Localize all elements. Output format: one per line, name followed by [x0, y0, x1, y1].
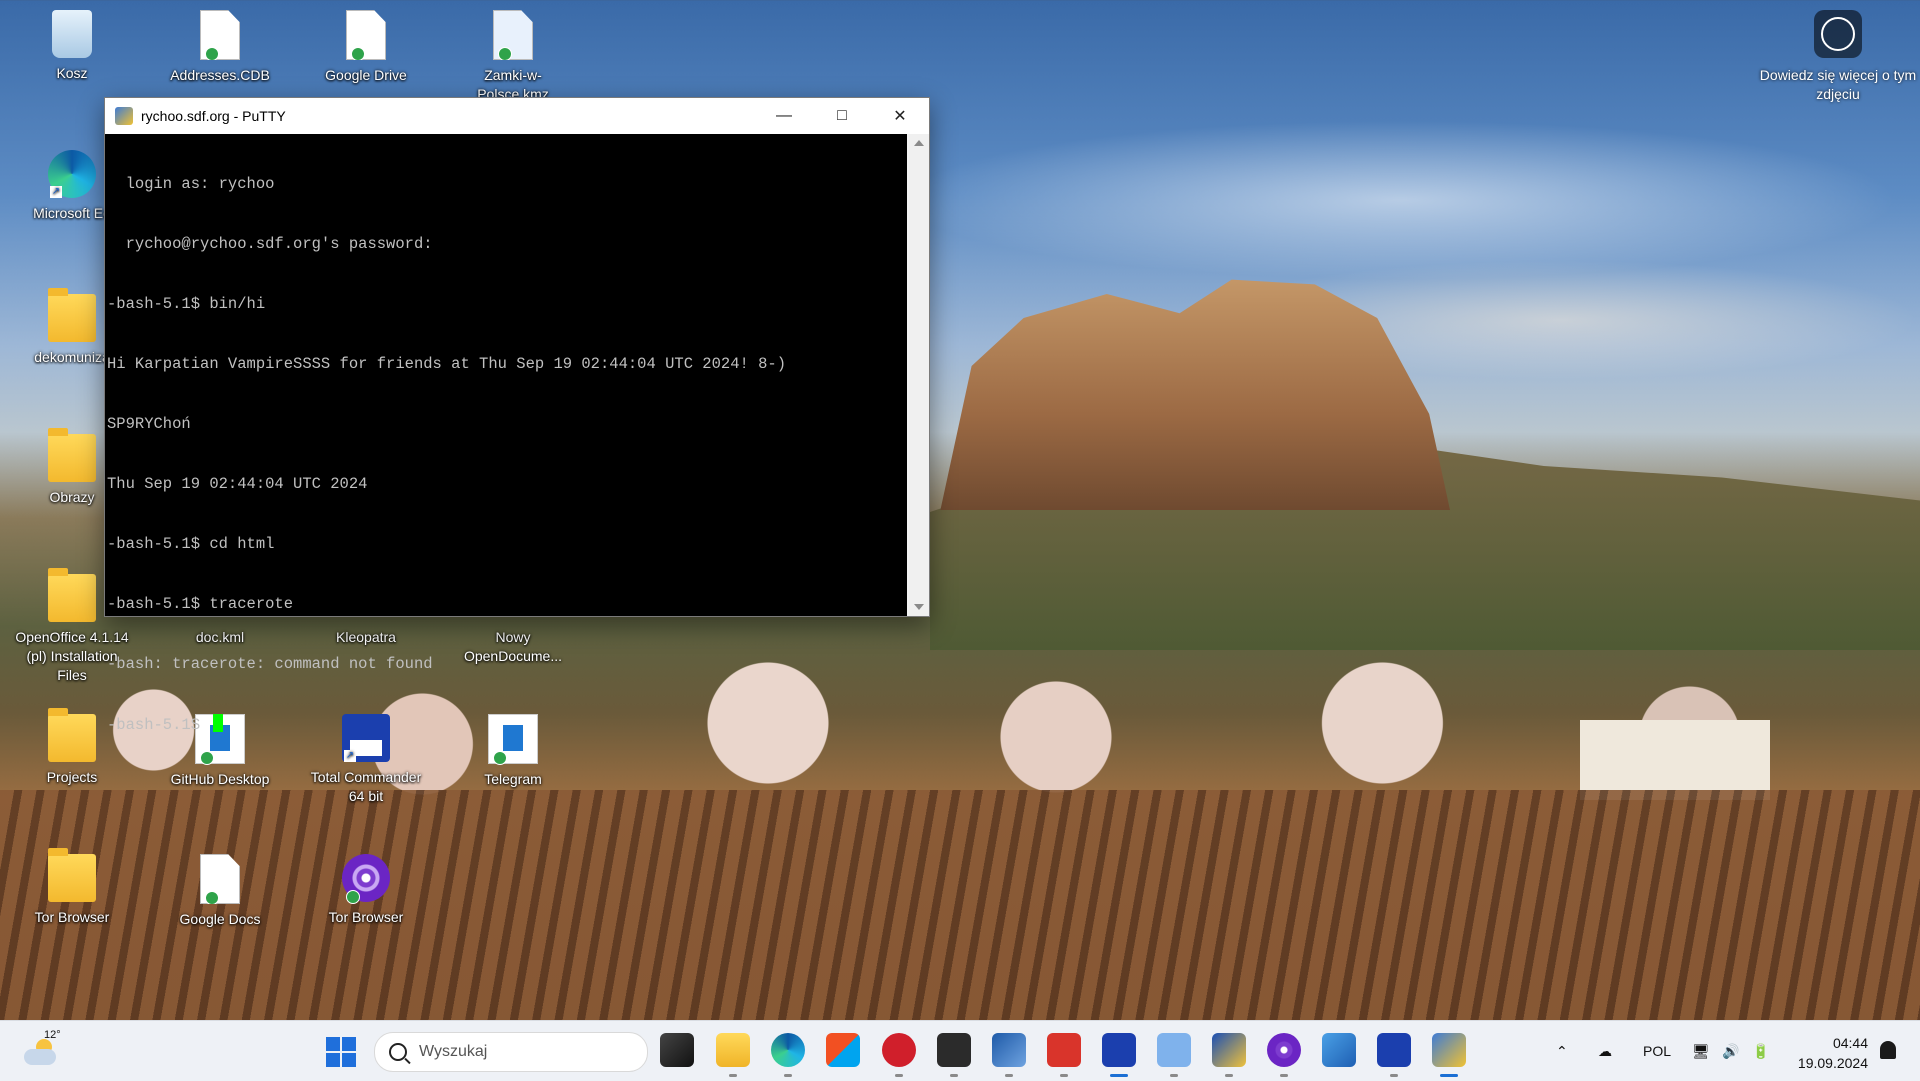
putty-icon[interactable] — [1432, 1033, 1466, 1077]
vertical-scrollbar[interactable] — [909, 134, 929, 616]
folder-icon — [48, 708, 96, 762]
document-icon — [200, 10, 240, 60]
terminal-line: SP9RYChoń — [107, 415, 191, 433]
wallpaper-field — [0, 790, 1920, 1020]
document-icon — [346, 10, 386, 60]
desktop-icon-zamki-kmz[interactable]: Zamki-w-Polsce.kmz — [453, 6, 573, 104]
paint-icon[interactable] — [1322, 1033, 1356, 1067]
wallpaper-house — [1580, 720, 1770, 800]
battery-icon[interactable]: 🔋 — [1752, 1021, 1769, 1081]
notification-bell-icon[interactable] — [1880, 1041, 1896, 1059]
search-icon — [389, 1043, 407, 1061]
terminal-line: Hi Karpatian VampireSSSS for friends at … — [107, 355, 787, 373]
tor-browser-icon — [342, 854, 390, 904]
wallpaper-cloud — [900, 120, 1900, 280]
desktop-icon-tor-browser-folder[interactable]: Tor Browser — [12, 848, 132, 927]
desktop-icon-google-docs[interactable]: Google Docs — [160, 850, 280, 929]
putty-window[interactable]: rychoo.sdf.org - PuTTY — □ ✕ login as: r… — [104, 97, 930, 734]
edge-icon[interactable] — [771, 1033, 805, 1077]
speaker-icon[interactable]: 🔊 — [1722, 1021, 1739, 1081]
terminal-line: -bash-5.1$ cd html — [107, 535, 275, 553]
cloud-icon — [24, 1049, 56, 1065]
weather-widget[interactable]: 12° — [22, 1029, 62, 1071]
language-indicator[interactable]: POL — [1643, 1021, 1671, 1081]
clock[interactable]: 04:44 19.09.2024 — [1790, 1033, 1868, 1073]
wallpaper-mountain — [940, 279, 1450, 510]
task-view-icon[interactable] — [660, 1033, 694, 1067]
terminal-cursor — [213, 714, 224, 732]
save-icon[interactable] — [1377, 1033, 1411, 1077]
learn-more-widget[interactable]: Dowiedz się więcej o tym zdjęciu — [1756, 10, 1920, 104]
terminal-line: rychoo@rychoo.sdf.org's password: — [107, 235, 433, 253]
terminal-line: -bash: tracerote: command not found — [107, 655, 433, 673]
close-button[interactable]: ✕ — [871, 98, 929, 134]
recycle-bin-icon — [52, 10, 92, 58]
desktop-icon-recycle-bin[interactable]: Kosz — [12, 6, 132, 83]
terminal-line: -bash-5.1$ bin/hi — [107, 295, 266, 313]
notepad-icon[interactable] — [1157, 1033, 1191, 1077]
window-title: rychoo.sdf.org - PuTTY — [141, 108, 286, 124]
terminal-icon[interactable] — [937, 1033, 971, 1077]
app-red-icon[interactable] — [882, 1033, 916, 1077]
wallpaper-ridge — [930, 443, 1920, 650]
kmz-file-icon — [493, 10, 533, 60]
file-explorer-icon[interactable] — [716, 1033, 750, 1077]
camera-icon — [1814, 10, 1862, 58]
show-hidden-icons-chevron-icon[interactable]: ⌃ — [1556, 1021, 1568, 1081]
total-commander-icon[interactable] — [1102, 1033, 1136, 1077]
app-red-square-icon[interactable] — [1047, 1033, 1081, 1077]
microsoft-store-icon[interactable] — [826, 1033, 860, 1067]
terminal-area[interactable]: login as: rychoo rychoo@rychoo.sdf.org's… — [105, 134, 907, 734]
folder-icon — [48, 428, 96, 482]
folder-icon — [48, 568, 96, 622]
desktop-icon-addresses[interactable]: Addresses.CDB — [160, 6, 280, 85]
putty-titlebar[interactable]: rychoo.sdf.org - PuTTY — □ ✕ — [105, 98, 929, 134]
terminal-line: -bash-5.1$ tracerote — [107, 595, 294, 613]
scroll-down-arrow-icon[interactable] — [914, 604, 924, 610]
folder-icon — [48, 288, 96, 342]
edge-icon: ↗ — [48, 150, 96, 198]
maximize-button[interactable]: □ — [813, 98, 871, 134]
app-blue-a-icon[interactable] — [1212, 1033, 1246, 1077]
minimize-button[interactable]: — — [755, 98, 813, 134]
network-cloud-icon[interactable]: ☁ — [1598, 1021, 1612, 1081]
terminal-line: login as: rychoo — [107, 175, 275, 193]
desktop-icon-google-drive[interactable]: Google Drive — [306, 6, 426, 85]
virtualbox-icon[interactable] — [992, 1033, 1026, 1077]
terminal-line: Thu Sep 19 02:44:04 UTC 2024 — [107, 475, 368, 493]
start-button[interactable] — [326, 1037, 356, 1067]
scroll-up-arrow-icon[interactable] — [914, 140, 924, 146]
monitor-network-icon[interactable]: 🖥 — [1692, 1021, 1710, 1081]
document-icon — [200, 854, 240, 904]
terminal-prompt-line: -bash-5.1$ — [105, 714, 907, 734]
taskbar: 12° Wyszukaj ⌃ ☁ POL 🖥 🔊 🔋 04:44 19.09.2… — [0, 1020, 1920, 1081]
search-box[interactable]: Wyszukaj — [374, 1032, 648, 1072]
desktop-icon-tor-browser[interactable]: Tor Browser — [306, 850, 426, 927]
wallpaper-cloud — [1200, 260, 1920, 380]
folder-icon — [48, 848, 96, 902]
putty-icon — [115, 107, 133, 125]
tor-browser-icon[interactable] — [1267, 1033, 1301, 1077]
